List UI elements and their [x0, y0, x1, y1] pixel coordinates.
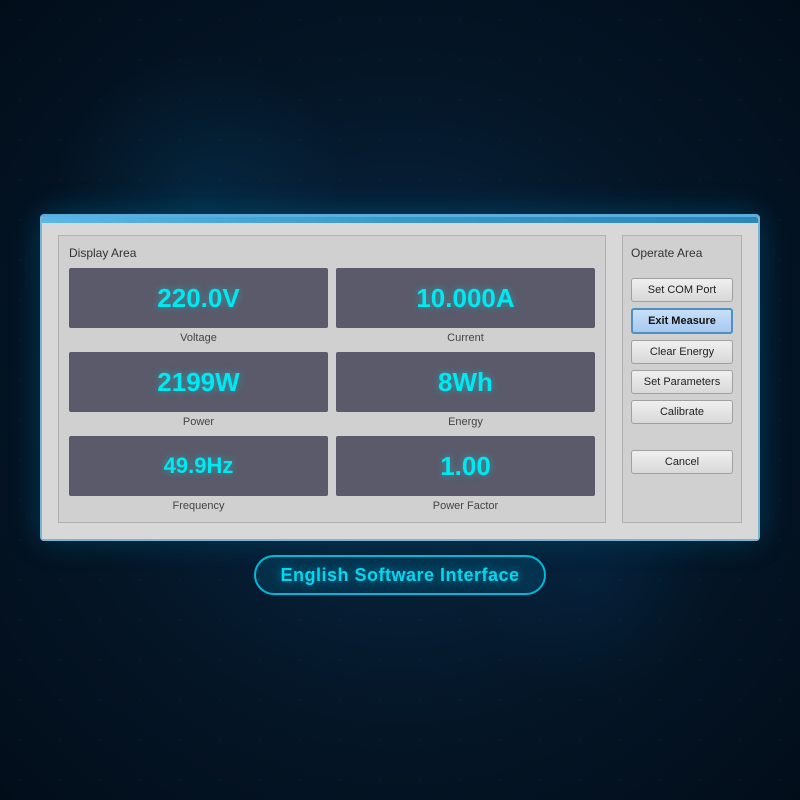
operate-buttons: Set COM Port Exit Measure Clear Energy S…: [631, 278, 733, 474]
voltage-cell: 220.0V Voltage: [69, 268, 328, 344]
current-display: 10.000A: [336, 268, 595, 328]
footer-label-container: English Software Interface: [254, 565, 545, 586]
clear-energy-button[interactable]: Clear Energy: [631, 340, 733, 364]
operate-area: Operate Area Set COM Port Exit Measure C…: [622, 235, 742, 523]
power-factor-cell: 1.00 Power Factor: [336, 436, 595, 512]
power-display: 2199W: [69, 352, 328, 412]
power-value: 2199W: [157, 367, 239, 398]
energy-value: 8Wh: [438, 367, 493, 398]
voltage-display: 220.0V: [69, 268, 328, 328]
set-com-port-button[interactable]: Set COM Port: [631, 278, 733, 302]
cancel-button[interactable]: Cancel: [631, 450, 733, 474]
calibrate-button[interactable]: Calibrate: [631, 400, 733, 424]
frequency-display: 49.9Hz: [69, 436, 328, 496]
energy-display: 8Wh: [336, 352, 595, 412]
voltage-label: Voltage: [180, 332, 217, 344]
display-area: Display Area 220.0V Voltage 10.000A Curr…: [58, 235, 606, 523]
current-label: Current: [447, 332, 484, 344]
power-factor-value: 1.00: [440, 451, 491, 482]
set-parameters-button[interactable]: Set Parameters: [631, 370, 733, 394]
voltage-value: 220.0V: [157, 283, 239, 314]
display-area-label: Display Area: [69, 246, 595, 260]
current-value: 10.000A: [416, 283, 514, 314]
metrics-grid: 220.0V Voltage 10.000A Current 2199W: [69, 268, 595, 512]
power-cell: 2199W Power: [69, 352, 328, 428]
frequency-value: 49.9Hz: [164, 453, 234, 479]
energy-cell: 8Wh Energy: [336, 352, 595, 428]
power-factor-label: Power Factor: [433, 500, 498, 512]
energy-label: Energy: [448, 416, 483, 428]
frequency-label: Frequency: [173, 500, 225, 512]
power-factor-display: 1.00: [336, 436, 595, 496]
operate-area-label: Operate Area: [631, 246, 733, 260]
power-label: Power: [183, 416, 214, 428]
frequency-cell: 49.9Hz Frequency: [69, 436, 328, 512]
dialog-window: Display Area 220.0V Voltage 10.000A Curr…: [40, 214, 760, 541]
current-cell: 10.000A Current: [336, 268, 595, 344]
footer-label: English Software Interface: [254, 555, 545, 595]
dialog-content: Display Area 220.0V Voltage 10.000A Curr…: [42, 223, 758, 539]
exit-measure-button[interactable]: Exit Measure: [631, 308, 733, 334]
